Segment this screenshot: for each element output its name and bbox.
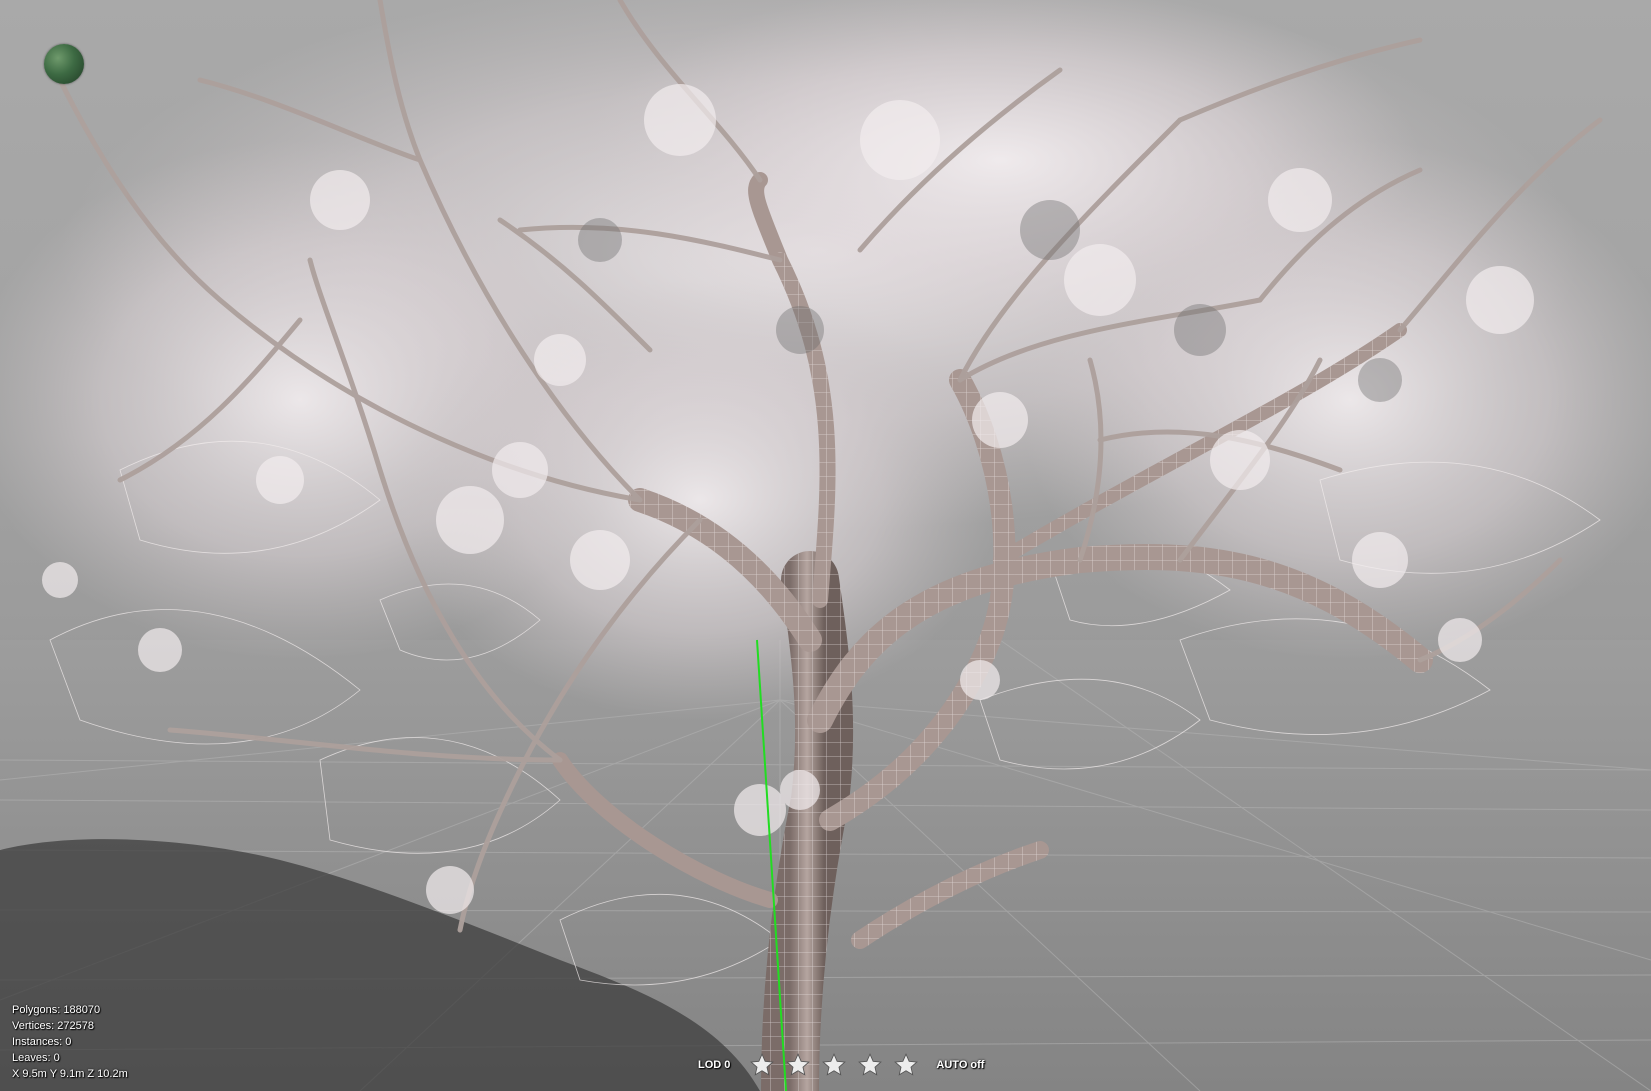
tree-scene[interactable]: [0, 0, 1651, 1091]
scene-stats-panel: Polygons: 188070 Vertices: 272578 Instan…: [12, 1002, 128, 1082]
instances-count: Instances: 0: [12, 1036, 72, 1048]
orientation-gizmo-icon[interactable]: [44, 44, 84, 84]
lod-star-5-icon[interactable]: [892, 1051, 920, 1079]
3d-viewport[interactable]: Polygons: 188070 Vertices: 272578 Instan…: [0, 0, 1651, 1091]
lod-star-1-icon[interactable]: [748, 1051, 776, 1079]
lod-star-3-icon[interactable]: [820, 1051, 848, 1079]
leaves-count: Leaves: 0: [12, 1052, 60, 1064]
scene-dimensions: X 9.5m Y 9.1m Z 10.2m: [12, 1068, 128, 1080]
lod-star-4-icon[interactable]: [856, 1051, 884, 1079]
vertices-count: Vertices: 272578: [12, 1020, 94, 1032]
lod-star-2-icon[interactable]: [784, 1051, 812, 1079]
lod-label: LOD 0: [698, 1059, 731, 1071]
auto-lod-toggle[interactable]: AUTO off: [936, 1059, 984, 1071]
lod-toolbar: LOD 0 AUTO off: [698, 1052, 984, 1078]
polygons-count: Polygons: 188070: [12, 1004, 101, 1016]
